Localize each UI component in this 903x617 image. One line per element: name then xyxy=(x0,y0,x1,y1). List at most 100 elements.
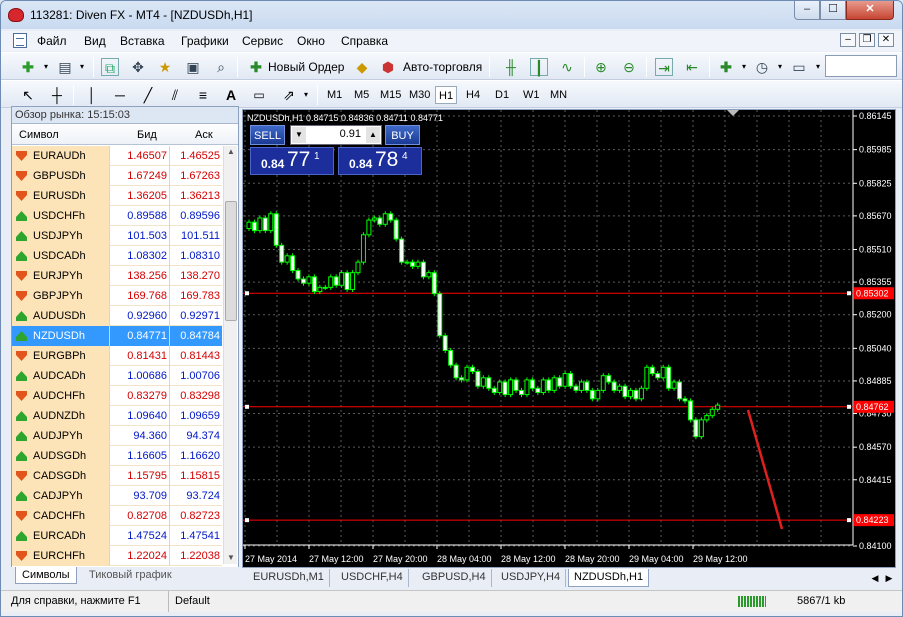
text-icon[interactable]: A xyxy=(222,86,240,104)
indicators-dropdown-icon[interactable]: ▾ xyxy=(735,58,753,76)
auto-trading-button[interactable]: Авто-торговля xyxy=(403,57,482,77)
market-watch-row[interactable]: GBPJPYh 169.768 169.783 xyxy=(12,286,222,306)
scroll-down-icon[interactable]: ▼ xyxy=(226,553,236,563)
menu-window[interactable]: Окно xyxy=(297,34,325,48)
tf-h1[interactable]: H1 xyxy=(435,86,458,104)
trendline-icon[interactable]: ╱ xyxy=(139,86,157,104)
menu-view[interactable]: Вид xyxy=(84,34,106,48)
line-handle[interactable] xyxy=(245,518,249,523)
tf-d1[interactable]: D1 xyxy=(492,86,512,104)
volume-value[interactable]: 0.91 xyxy=(308,128,361,140)
sell-button[interactable]: SELL xyxy=(250,125,285,145)
mdi-restore-button[interactable]: ❐ xyxy=(859,33,875,47)
tf-m15[interactable]: M15 xyxy=(377,86,404,104)
col-symbol[interactable]: Символ xyxy=(19,125,59,145)
metaeditor-icon[interactable]: ◆ xyxy=(353,58,371,76)
menu-help[interactable]: Справка xyxy=(341,34,388,48)
candlestick-icon[interactable]: ┃ xyxy=(530,58,548,76)
tf-mn[interactable]: MN xyxy=(547,86,570,104)
chart-shift-icon[interactable]: ⇤ xyxy=(683,58,701,76)
new-chart-icon[interactable]: ✚ xyxy=(19,58,37,76)
chart-tab-usdjpy[interactable]: USDJPY,H4 xyxy=(496,569,567,587)
search-input[interactable] xyxy=(825,55,897,77)
new-order-icon[interactable]: ✚ xyxy=(247,58,265,76)
bar-chart-icon[interactable]: ╫ xyxy=(502,58,520,76)
market-watch-row[interactable]: AUDNZDh 1.09640 1.09659 xyxy=(12,406,222,426)
market-watch-row[interactable]: AUDCADh 1.00686 1.00706 xyxy=(12,366,222,386)
volume-spinner[interactable]: ▼ 0.91 ▲ xyxy=(290,125,382,145)
new-chart-dropdown-icon[interactable]: ▾ xyxy=(37,58,55,76)
line-handle[interactable] xyxy=(245,404,249,409)
market-watch-row[interactable]: AUDUSDh 0.92960 0.92971 xyxy=(12,306,222,326)
chart-canvas[interactable]: 0.86145 0.85985 0.85825 0.85670 0.85510 0.853… xyxy=(243,110,895,567)
market-watch-row[interactable]: AUDJPYh 94.360 94.374 xyxy=(12,426,222,446)
chart-tab-usdchf[interactable]: USDCHF,H4 xyxy=(336,569,409,587)
market-watch-row[interactable]: NZDUSDh 0.84771 0.84784 xyxy=(12,326,222,346)
market-watch-row[interactable]: CADSGDh 1.15795 1.15815 xyxy=(12,466,222,486)
volume-up-icon[interactable]: ▲ xyxy=(366,127,380,143)
minimize-button[interactable]: – xyxy=(794,1,820,20)
market-watch-row[interactable]: EURAUDh 1.46507 1.46525 xyxy=(12,146,222,166)
strategy-tester-icon[interactable]: ⌕ xyxy=(212,58,230,76)
arrows-icon[interactable]: ⇗ xyxy=(280,86,298,104)
document-icon[interactable] xyxy=(13,33,27,48)
indicators-icon[interactable]: ✚ xyxy=(717,58,735,76)
menu-insert[interactable]: Вставка xyxy=(120,34,165,48)
vertical-line-icon[interactable]: │ xyxy=(83,86,101,104)
profiles-icon[interactable]: ▤ xyxy=(56,58,74,76)
periods-dropdown-icon[interactable]: ▾ xyxy=(771,58,789,76)
profiles-dropdown-icon[interactable]: ▾ xyxy=(73,58,91,76)
market-watch-row[interactable]: USDCHFh 0.89588 0.89596 xyxy=(12,206,222,226)
templates-icon[interactable]: ▭ xyxy=(790,58,808,76)
chart-tab-nzdusd[interactable]: NZDUSDh,H1 xyxy=(568,569,650,587)
buy-price-box[interactable]: 0.84 78 4 xyxy=(338,147,422,175)
navigator-icon[interactable]: ★ xyxy=(156,58,174,76)
market-watch-row[interactable]: GBPUSDh 1.67249 1.67263 xyxy=(12,166,222,186)
scroll-up-icon[interactable]: ▲ xyxy=(226,147,236,157)
buy-button[interactable]: BUY xyxy=(385,125,420,145)
cursor-icon[interactable]: ↖ xyxy=(19,86,37,104)
market-watch-icon[interactable]: ⧉ xyxy=(101,58,119,76)
trendline[interactable] xyxy=(746,409,784,530)
market-watch-row[interactable]: EURJPYh 138.256 138.270 xyxy=(12,266,222,286)
horizontal-line-icon[interactable]: ─ xyxy=(111,86,129,104)
terminal-icon[interactable]: ▣ xyxy=(184,58,202,76)
line-handle[interactable] xyxy=(847,291,851,296)
tf-w1[interactable]: W1 xyxy=(520,86,543,104)
fibonacci-icon[interactable]: ≡ xyxy=(194,86,212,104)
new-order-button[interactable]: Новый Ордер xyxy=(268,57,344,77)
menu-file[interactable]: Файл xyxy=(37,34,67,48)
market-watch-row[interactable]: USDCADh 1.08302 1.08310 xyxy=(12,246,222,266)
menu-tools[interactable]: Сервис xyxy=(242,34,283,48)
channel-icon[interactable]: ⫽ xyxy=(166,86,184,104)
volume-down-icon[interactable]: ▼ xyxy=(292,127,306,143)
chart-tab-eurusd[interactable]: EURUSDh,M1 xyxy=(248,569,330,587)
price-chart[interactable]: 0.86145 0.85985 0.85825 0.85670 0.85510 0.853… xyxy=(242,109,896,568)
chart-tab-gbpusd[interactable]: GBPUSD,H4 xyxy=(417,569,492,587)
col-bid[interactable]: Бид xyxy=(137,125,157,145)
scroll-thumb[interactable] xyxy=(225,201,237,321)
market-watch-row[interactable]: EURUSDh 1.36205 1.36213 xyxy=(12,186,222,206)
line-handle[interactable] xyxy=(847,404,851,409)
market-watch-row[interactable]: EURCHFh 1.22024 1.22038 xyxy=(12,546,222,566)
menu-charts[interactable]: Графики xyxy=(181,34,229,48)
mdi-minimize-button[interactable]: – xyxy=(840,33,856,47)
tab-symbols[interactable]: Символы xyxy=(15,567,77,584)
line-handle[interactable] xyxy=(847,518,851,523)
market-watch-row[interactable]: AUDSGDh 1.16605 1.16620 xyxy=(12,446,222,466)
auto-scroll-icon[interactable]: ⇥ xyxy=(655,58,673,76)
line-handle[interactable] xyxy=(245,291,249,296)
crosshair-icon[interactable]: ┼ xyxy=(48,86,66,104)
tf-m30[interactable]: M30 xyxy=(406,86,433,104)
data-window-icon[interactable]: ✥ xyxy=(129,58,147,76)
market-watch-row[interactable]: CADCHFh 0.82708 0.82723 xyxy=(12,506,222,526)
close-button[interactable]: ✕ xyxy=(846,1,894,20)
zoom-out-icon[interactable]: ⊖ xyxy=(620,58,638,76)
zoom-in-icon[interactable]: ⊕ xyxy=(592,58,610,76)
tab-tick-chart[interactable]: Тиковый график xyxy=(83,567,178,584)
market-watch-row[interactable]: EURGBPh 0.81431 0.81443 xyxy=(12,346,222,366)
tf-h4[interactable]: H4 xyxy=(463,86,483,104)
title-bar[interactable]: 113281: Diven FX - MT4 - [NZDUSDh,H1] – … xyxy=(1,1,902,29)
auto-trading-icon[interactable]: ⬢ xyxy=(379,58,397,76)
line-chart-icon[interactable]: ∿ xyxy=(558,58,576,76)
